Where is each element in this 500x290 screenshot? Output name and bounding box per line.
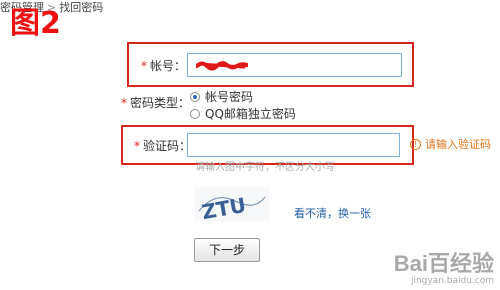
- watermark-url: jingyan.baidu.com: [410, 276, 494, 286]
- breadcrumb-current: 找回密码: [59, 1, 104, 14]
- warning-icon: !: [410, 139, 421, 150]
- radio-qqmail-password-label[interactable]: QQ邮箱独立密码: [205, 106, 296, 122]
- watermark-brand: Bai百经验: [393, 251, 494, 276]
- captcha-input[interactable]: [187, 133, 400, 157]
- account-label: * 帐号：: [141, 59, 187, 73]
- captcha-refresh-link[interactable]: 看不清，换一张: [294, 207, 371, 221]
- captcha-label: * 验证码：: [134, 139, 192, 153]
- figure-annotation: 图2: [10, 6, 61, 41]
- radio-account-password-label[interactable]: 帐号密码: [205, 89, 253, 105]
- captcha-subhint: 请输入图中字符，不区分大小写: [195, 162, 335, 173]
- required-star: *: [121, 96, 127, 110]
- captcha-image-text: ZTU: [200, 193, 248, 221]
- captcha-error-hint: ! 请输入验证码: [410, 138, 491, 152]
- captcha-image[interactable]: ZTU: [195, 187, 269, 221]
- baidu-jingyan-watermark: Bai百经验 jingyan.baidu.com: [393, 251, 494, 287]
- redacted-account-scribble: [196, 61, 248, 71]
- required-star: *: [134, 139, 140, 153]
- radio-qqmail-password[interactable]: [190, 109, 200, 119]
- required-star: *: [141, 59, 147, 73]
- password-type-label: * 密码类型：: [121, 96, 191, 110]
- radio-account-password[interactable]: [190, 92, 200, 102]
- next-step-button[interactable]: 下一步: [194, 238, 260, 262]
